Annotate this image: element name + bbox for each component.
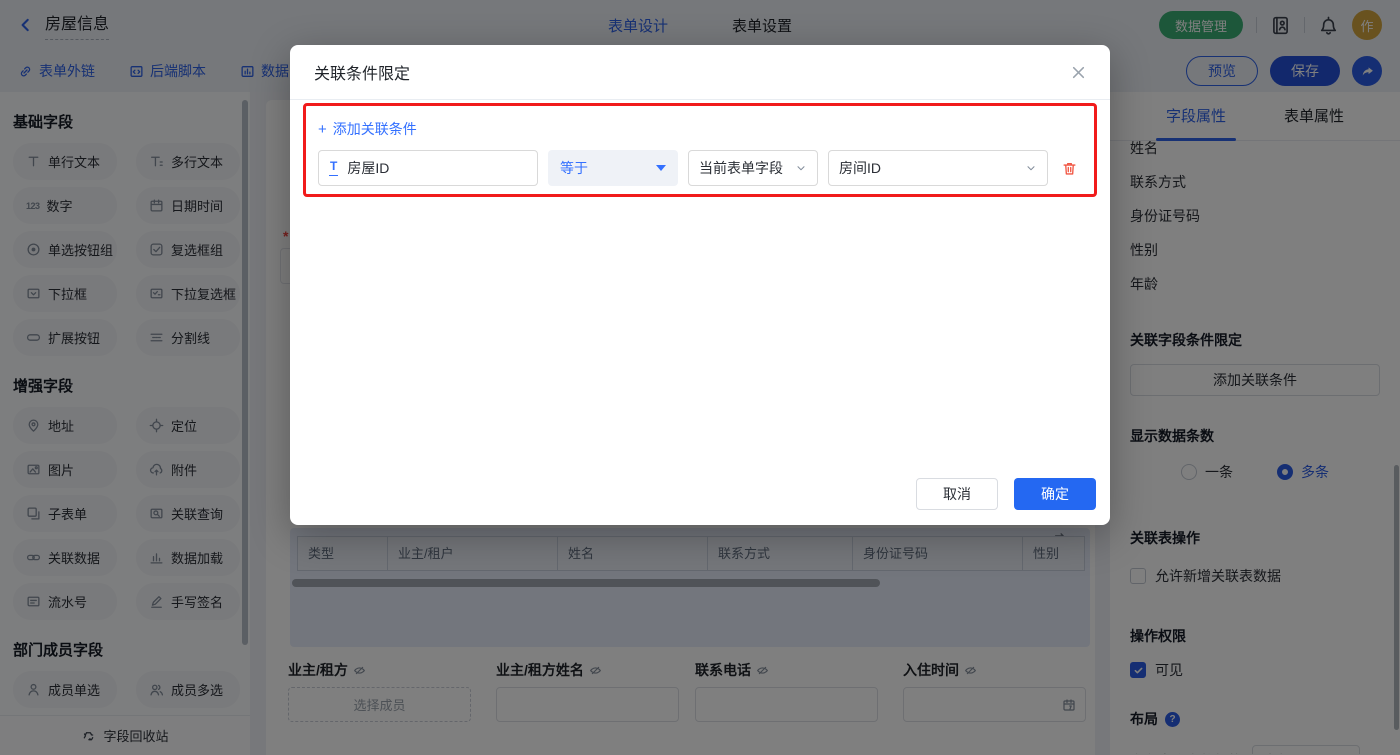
source-value: 当前表单字段 [699, 158, 783, 178]
operator-select[interactable]: 等于 [548, 150, 678, 186]
chevron-down-icon [1025, 162, 1037, 174]
condition-field-input[interactable]: T 房屋ID [318, 150, 538, 186]
source-select[interactable]: 当前表单字段 [688, 150, 818, 186]
value-select[interactable]: 房间ID [828, 150, 1048, 186]
value-select-value: 房间ID [839, 158, 881, 178]
condition-modal: 关联条件限定 + 添加关联条件 T 房屋ID 等于 当前表单字段 房间ID [290, 45, 1110, 525]
plus-icon: + [318, 122, 327, 137]
cancel-button[interactable]: 取消 [916, 478, 998, 510]
add-condition-link-label: 添加关联条件 [333, 119, 417, 139]
operator-value: 等于 [560, 158, 588, 178]
close-icon[interactable] [1071, 65, 1086, 80]
delete-condition-icon[interactable] [1061, 160, 1078, 177]
modal-title: 关联条件限定 [314, 60, 410, 84]
confirm-button[interactable]: 确定 [1014, 478, 1096, 510]
triangle-down-icon [656, 165, 666, 171]
text-field-icon: T [329, 160, 338, 175]
chevron-down-icon [795, 162, 807, 174]
condition-field-value: 房屋ID [347, 158, 389, 178]
annotation-highlight-box: + 添加关联条件 T 房屋ID 等于 当前表单字段 房间ID [303, 103, 1097, 197]
add-condition-link[interactable]: + 添加关联条件 [318, 119, 417, 139]
